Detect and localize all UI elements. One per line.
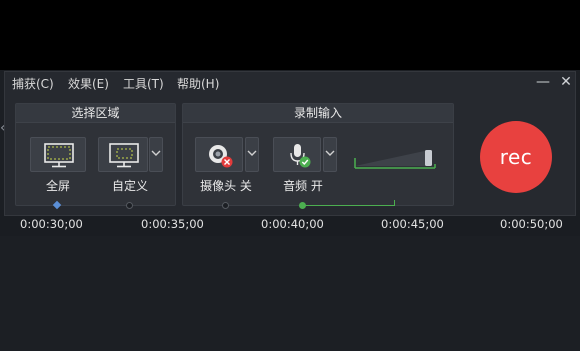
select-area-panel: 选择区域 全屏 自定义 xyxy=(15,103,176,206)
camera-button[interactable] xyxy=(195,137,243,172)
camera-label: 摄像头 关 xyxy=(200,179,252,193)
menu-bar: 捕获(C) 效果(E) 工具(T) 帮助(H) — ✕ xyxy=(5,72,575,94)
recorder-window: 捕获(C) 效果(E) 工具(T) 帮助(H) — ✕ 选择区域 全屏 自定义 … xyxy=(4,71,576,216)
monitor-custom-icon xyxy=(99,143,149,177)
audio-track-line xyxy=(305,205,395,206)
menu-effects[interactable]: 效果(E) xyxy=(68,75,109,92)
volume-slider[interactable] xyxy=(353,144,437,170)
timeline-timecode: 0:00:35;00 xyxy=(141,217,204,231)
audio-button[interactable] xyxy=(273,137,321,172)
close-button[interactable]: ✕ xyxy=(558,74,574,90)
menu-tools[interactable]: 工具(T) xyxy=(123,75,164,92)
webcam-off-icon xyxy=(196,145,244,177)
camera-marker xyxy=(222,202,229,209)
fullscreen-label: 全屏 xyxy=(45,179,70,193)
audio-dropdown[interactable] xyxy=(323,137,337,172)
menu-help[interactable]: 帮助(H) xyxy=(177,75,219,92)
timeline-timecode: 0:00:50;00 xyxy=(500,217,563,231)
custom-label: 自定义 xyxy=(111,179,148,193)
minimize-button[interactable]: — xyxy=(535,74,551,90)
custom-area-button[interactable] xyxy=(98,137,148,172)
timeline-timecode: 0:00:30;00 xyxy=(20,217,83,231)
camera-dropdown[interactable] xyxy=(245,137,259,172)
chevron-down-icon xyxy=(247,149,257,160)
audio-track-end xyxy=(394,200,395,206)
microphone-on-icon xyxy=(274,144,322,177)
rec-button[interactable]: rec xyxy=(480,121,552,193)
desktop-top-area xyxy=(0,0,580,70)
monitor-dashed-icon xyxy=(31,143,87,177)
timeline-timecode: 0:00:40;00 xyxy=(261,217,324,231)
recording-input-panel: 录制输入 摄像头 关 音频 开 xyxy=(182,103,454,206)
recording-input-title: 录制输入 xyxy=(183,104,453,123)
select-area-title: 选择区域 xyxy=(16,104,175,123)
chevron-down-icon xyxy=(325,149,335,160)
fullscreen-button[interactable] xyxy=(30,137,86,172)
menu-capture[interactable]: 捕获(C) xyxy=(12,75,54,92)
custom-marker xyxy=(126,202,133,209)
custom-area-dropdown[interactable] xyxy=(149,137,163,172)
chevron-down-icon xyxy=(151,149,161,160)
timeline-timecode: 0:00:45;00 xyxy=(381,217,444,231)
audio-label: 音频 开 xyxy=(283,179,323,193)
